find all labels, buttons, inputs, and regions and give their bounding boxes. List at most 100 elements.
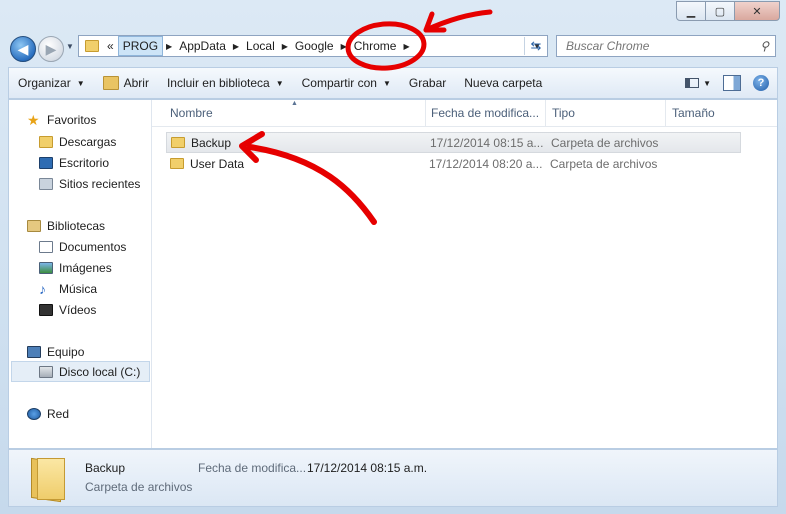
nav-label: Favoritos bbox=[47, 112, 97, 127]
nav-item-downloads[interactable]: Descargas bbox=[39, 131, 149, 152]
close-button[interactable]: ✕ bbox=[734, 1, 780, 21]
burn-label: Grabar bbox=[408, 76, 447, 90]
column-type[interactable]: Tipo bbox=[546, 100, 666, 126]
column-label: Tipo bbox=[552, 106, 575, 120]
organize-button[interactable]: Organizar ▼ bbox=[9, 68, 94, 98]
downloads-folder-icon bbox=[39, 135, 53, 148]
libraries-icon bbox=[27, 219, 41, 232]
annotation-arrowhead-address bbox=[423, 11, 447, 33]
address-bar[interactable]: « PROG ▶ AppData ▶ Local ▶ Google ▶ Chro… bbox=[78, 35, 548, 57]
chevron-right-icon[interactable]: ▶ bbox=[279, 42, 291, 51]
chevron-down-icon: ▼ bbox=[76, 78, 85, 88]
share-label: Compartir con bbox=[301, 76, 377, 90]
breadcrumb-google[interactable]: Google bbox=[291, 36, 338, 56]
refresh-button[interactable]: ⇆ bbox=[524, 37, 547, 55]
nav-label: Bibliotecas bbox=[47, 218, 106, 233]
chevron-right-icon[interactable]: ▶ bbox=[163, 42, 175, 51]
details-type: Carpeta de archivos bbox=[85, 480, 193, 494]
folder-icon bbox=[170, 158, 184, 169]
breadcrumb-appdata[interactable]: AppData bbox=[175, 36, 230, 56]
view-options-dropdown-icon[interactable]: ▼ bbox=[703, 68, 711, 98]
nav-label: Equipo bbox=[47, 344, 85, 359]
file-type: Carpeta de archivos bbox=[550, 156, 658, 171]
navigation-pane: ★ Favoritos Descargas Escritorio Sitios … bbox=[9, 100, 152, 448]
nav-item-computer[interactable]: Equipo bbox=[27, 341, 147, 362]
nav-label: Escritorio bbox=[59, 155, 110, 170]
hard-disk-icon bbox=[39, 365, 53, 378]
maximize-button[interactable]: ▢ bbox=[705, 1, 735, 21]
content-area: ★ Favoritos Descargas Escritorio Sitios … bbox=[8, 99, 778, 449]
recent-pages-dropdown[interactable]: ▼ bbox=[66, 42, 74, 51]
chevron-right-icon[interactable]: ▶ bbox=[400, 42, 412, 51]
file-list: ▲ Nombre Fecha de modifica... Tipo Tamañ… bbox=[152, 100, 777, 448]
command-bar: Organizar ▼ Abrir Incluir en biblioteca … bbox=[8, 67, 778, 99]
nav-label: Música bbox=[59, 281, 98, 296]
folder-icon bbox=[85, 40, 99, 52]
forward-button[interactable]: ▶ bbox=[38, 36, 64, 62]
folder-icon bbox=[171, 137, 185, 148]
nav-label: Disco local (C:) bbox=[59, 364, 141, 379]
nav-item-desktop[interactable]: Escritorio bbox=[39, 152, 149, 173]
breadcrumb-prog[interactable]: PROG bbox=[117, 36, 164, 56]
column-headers: ▲ Nombre Fecha de modifica... Tipo Tamañ… bbox=[152, 100, 777, 127]
nav-item-favorites[interactable]: ★ Favoritos bbox=[27, 109, 147, 130]
include-in-library-button[interactable]: Incluir en biblioteca ▼ bbox=[158, 68, 293, 98]
nav-item-images[interactable]: Imágenes bbox=[39, 257, 149, 278]
explorer-window: ▁ ▢ ✕ ◀ ▶ ▼ « PROG ▶ AppData ▶ Local ▶ G… bbox=[0, 0, 786, 514]
help-icon[interactable]: ? bbox=[753, 75, 769, 91]
preview-pane-icon[interactable] bbox=[723, 75, 741, 91]
annotation-arrow-address bbox=[423, 9, 493, 33]
nav-label: Descargas bbox=[59, 134, 117, 149]
view-details-icon[interactable] bbox=[685, 78, 700, 88]
column-label: Fecha de modifica... bbox=[431, 106, 540, 120]
minimize-button[interactable]: ▁ bbox=[676, 1, 706, 21]
nav-item-documents[interactable]: Documentos bbox=[39, 236, 149, 257]
toolbar-right: ▼ ? bbox=[673, 68, 777, 98]
column-modified[interactable]: Fecha de modifica... bbox=[426, 100, 546, 126]
file-row[interactable]: Backup 17/12/2014 08:15 a... Carpeta de … bbox=[166, 132, 741, 153]
nav-item-recent-places[interactable]: Sitios recientes bbox=[39, 173, 149, 194]
new-folder-button[interactable]: Nueva carpeta bbox=[455, 68, 551, 98]
details-date-label: Fecha de modifica... bbox=[198, 461, 307, 475]
share-with-button[interactable]: Compartir con ▼ bbox=[293, 68, 400, 98]
open-folder-icon bbox=[102, 76, 119, 90]
include-label: Incluir en biblioteca bbox=[166, 76, 270, 90]
details-pane: Backup Carpeta de archivos Fecha de modi… bbox=[8, 449, 778, 507]
file-type: Carpeta de archivos bbox=[551, 135, 659, 150]
search-box[interactable]: ⚲ bbox=[556, 35, 776, 57]
nav-item-network[interactable]: Red bbox=[27, 403, 147, 424]
recent-places-icon bbox=[39, 177, 53, 190]
breadcrumb-overflow[interactable]: « bbox=[103, 36, 118, 56]
search-input[interactable] bbox=[564, 38, 748, 54]
chevron-right-icon[interactable]: ▶ bbox=[338, 42, 350, 51]
back-button[interactable]: ◀ bbox=[10, 36, 36, 62]
arrow-left-icon: ◀ bbox=[17, 40, 29, 57]
chevron-down-icon: ▼ bbox=[382, 78, 391, 88]
burn-button[interactable]: Grabar bbox=[400, 68, 455, 98]
file-row[interactable]: User Data 17/12/2014 08:20 a... Carpeta … bbox=[166, 153, 741, 174]
chevron-right-icon[interactable]: ▶ bbox=[230, 42, 242, 51]
file-name: Backup bbox=[191, 135, 232, 150]
open-button[interactable]: Abrir bbox=[94, 68, 158, 98]
nav-item-libraries[interactable]: Bibliotecas bbox=[27, 215, 147, 236]
nav-label: Documentos bbox=[59, 239, 127, 254]
open-label: Abrir bbox=[123, 76, 149, 90]
nav-label: Red bbox=[47, 406, 70, 421]
documents-icon bbox=[39, 240, 53, 253]
caption-buttons: ▁ ▢ ✕ bbox=[676, 1, 780, 21]
nav-item-local-disk[interactable]: Disco local (C:) bbox=[11, 361, 150, 382]
star-icon: ★ bbox=[27, 111, 40, 128]
breadcrumb-chrome[interactable]: Chrome bbox=[350, 36, 401, 56]
music-note-icon: ♪ bbox=[39, 280, 46, 297]
video-icon bbox=[39, 303, 53, 316]
nav-item-videos[interactable]: Vídeos bbox=[39, 299, 149, 320]
search-icon[interactable]: ⚲ bbox=[760, 39, 769, 53]
breadcrumb-local[interactable]: Local bbox=[242, 36, 279, 56]
organize-label: Organizar bbox=[18, 76, 71, 90]
nav-label: Sitios recientes bbox=[59, 176, 141, 191]
column-name[interactable]: Nombre bbox=[152, 100, 426, 126]
nav-item-music[interactable]: ♪ Música bbox=[39, 278, 149, 299]
refresh-icon: ⇆ bbox=[530, 38, 542, 53]
nav-label: Imágenes bbox=[59, 260, 112, 275]
column-size[interactable]: Tamaño bbox=[666, 100, 776, 126]
